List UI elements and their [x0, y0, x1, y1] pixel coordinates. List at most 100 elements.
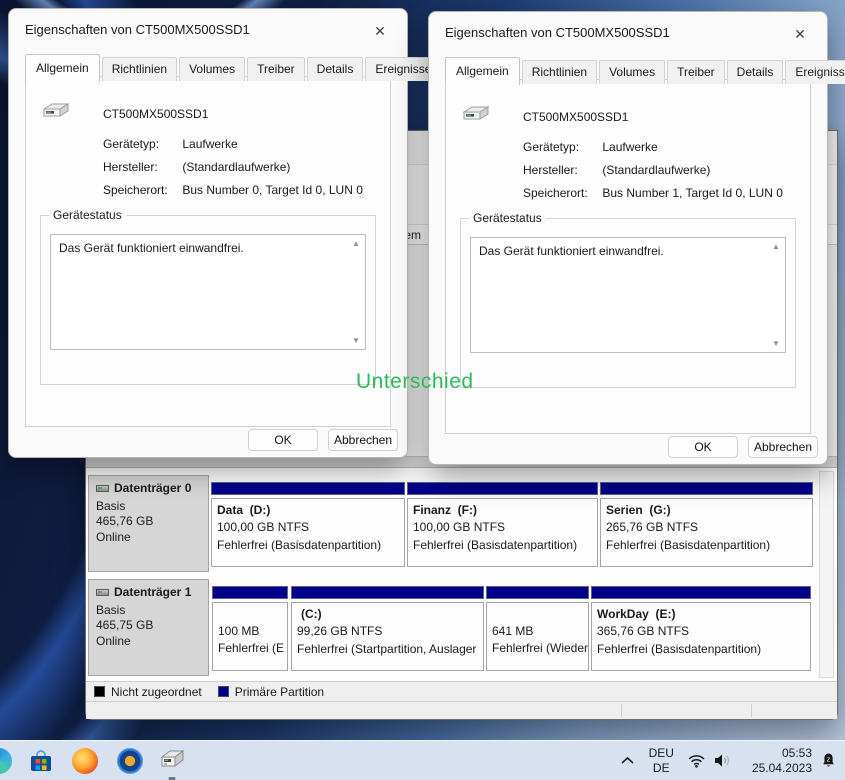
close-icon[interactable]: ✕: [785, 21, 815, 47]
clock-date: 25.04.2023: [751, 760, 812, 775]
disk-name: Datenträger 0: [114, 481, 192, 495]
legend-label: Primäre Partition: [234, 684, 325, 699]
firefox-icon[interactable]: [72, 748, 98, 774]
tab-allgemein[interactable]: Allgemein: [445, 57, 520, 85]
disk-row-1: Datenträger 1 Basis 465,75 GB Online 100…: [86, 577, 815, 678]
volume-icon[interactable]: [713, 753, 732, 768]
unallocated-swatch: [94, 686, 105, 697]
close-icon[interactable]: ✕: [365, 18, 395, 44]
tab-ereignisse[interactable]: Ereignisse: [785, 60, 845, 84]
legend-bar: Nicht zugeordnet Primäre Partition: [86, 681, 837, 701]
device-name: CT500MX500SSD1: [103, 107, 209, 121]
legend-label: Nicht zugeordnet: [111, 684, 202, 699]
tab-richtlinien[interactable]: Richtlinien: [101, 57, 178, 81]
legend-primary-partition: Primäre Partition: [217, 684, 325, 699]
device-name: CT500MX500SSD1: [523, 110, 629, 124]
clock[interactable]: 05:53 25.04.2023: [752, 746, 812, 776]
properties-dialog-right: Eigenschaften von CT500MX500SSD1 ✕ Allge…: [428, 11, 845, 465]
cancel-button[interactable]: Abbrechen: [328, 429, 398, 451]
tray-overflow-chevron-icon[interactable]: [620, 756, 635, 765]
disk-type: Basis: [96, 602, 126, 617]
ok-button[interactable]: OK: [668, 436, 738, 458]
field-hersteller: Hersteller: (Standardlaufwerke): [523, 163, 711, 177]
disk-1-label[interactable]: Datenträger 1 Basis 465,75 GB Online: [88, 579, 209, 676]
legend-unallocated: Nicht zugeordnet: [94, 685, 202, 699]
partition-finanz-f[interactable]: Finanz (F:) 100,00 GB NTFS Fehlerfrei (B…: [407, 482, 598, 567]
tab-richtlinien[interactable]: Richtlinien: [521, 60, 598, 84]
tab-treiber[interactable]: Treiber: [667, 60, 725, 84]
difference-annotation: Unterschied: [356, 370, 474, 393]
partition-c[interactable]: (C:) 99,26 GB NTFS Fehlerfrei (Startpart…: [291, 586, 484, 671]
tab-strip: Allgemein Richtlinien Volumes Treiber De…: [445, 57, 845, 85]
partition-color-bar: [486, 586, 589, 599]
tab-treiber[interactable]: Treiber: [247, 57, 305, 81]
dialog-title: Eigenschaften von CT500MX500SSD1: [445, 25, 670, 40]
partition-color-bar: [212, 586, 288, 599]
disk-management-app-icon[interactable]: [159, 748, 185, 780]
groupbox-title: Gerätestatus: [49, 208, 126, 222]
dialog-title: Eigenschaften von CT500MX500SSD1: [25, 22, 250, 37]
field-hersteller: Hersteller: (Standardlaufwerke): [103, 160, 291, 174]
device-status-groupbox: Gerätestatus Das Gerät funktioniert einw…: [40, 208, 376, 385]
drive-device-icon: [460, 104, 490, 127]
cancel-button[interactable]: Abbrechen: [748, 436, 818, 458]
tab-volumes[interactable]: Volumes: [599, 60, 666, 84]
scroll-up-icon[interactable]: ▲: [350, 239, 362, 248]
disk-type: Basis: [96, 498, 126, 513]
tab-page-allgemein: CT500MX500SSD1 Gerätetyp: Laufwerke Hers…: [445, 79, 811, 434]
compass-app-icon[interactable]: [117, 748, 143, 774]
disk-0-label[interactable]: Datenträger 0 Basis 465,76 GB Online: [88, 475, 209, 572]
disk-size: 465,76 GB: [96, 514, 154, 529]
ok-button[interactable]: OK: [248, 429, 318, 451]
scroll-down-icon[interactable]: ▼: [770, 339, 782, 348]
disk-icon: [96, 485, 109, 493]
system-tray: DEU DE 05:53 25.04.2023 z: [620, 741, 837, 780]
field-geraetetyp: Gerätetyp: Laufwerke: [523, 140, 658, 154]
disk-status: Online: [96, 633, 131, 648]
edge-icon[interactable]: [0, 748, 12, 774]
device-status-textbox[interactable]: Das Gerät funktioniert einwandfrei. ▲ ▼: [470, 237, 786, 353]
partition-color-bar: [600, 482, 813, 495]
disk-status: Online: [96, 529, 131, 544]
tab-allgemein[interactable]: Allgemein: [25, 54, 100, 82]
tab-volumes[interactable]: Volumes: [179, 57, 246, 81]
taskbar: DEU DE 05:53 25.04.2023 z: [0, 740, 845, 780]
partition-color-bar: [407, 482, 598, 495]
graphical-view: Datenträger 0 Basis 465,76 GB Online Dat…: [86, 468, 837, 681]
partition-system-reserved[interactable]: 100 MB Fehlerfrei (E: [212, 586, 288, 671]
svg-text:z: z: [827, 757, 831, 764]
groupbox-title: Gerätestatus: [469, 211, 546, 225]
clock-time: 05:53: [781, 745, 812, 760]
vertical-scrollbar[interactable]: [819, 471, 834, 678]
tab-page-allgemein: CT500MX500SSD1 Gerätetyp: Laufwerke Hers…: [25, 76, 391, 427]
disk-name: Datenträger 1: [114, 585, 192, 599]
device-status-text: Das Gerät funktioniert einwandfrei.: [59, 241, 244, 255]
tab-strip: Allgemein Richtlinien Volumes Treiber De…: [25, 54, 443, 82]
primary-partition-swatch: [217, 686, 229, 697]
disk-icon: [96, 589, 109, 597]
disk-row-0: Datenträger 0 Basis 465,76 GB Online Dat…: [86, 473, 815, 574]
field-geraetetyp: Gerätetyp: Laufwerke: [103, 137, 238, 151]
device-status-textbox[interactable]: Das Gerät funktioniert einwandfrei. ▲ ▼: [50, 234, 366, 350]
field-speicherort: Speicherort: Bus Number 1, Target Id 0, …: [523, 186, 783, 200]
partition-color-bar: [291, 586, 484, 599]
tab-details[interactable]: Details: [726, 60, 784, 84]
partition-color-bar: [591, 586, 811, 599]
status-bar: [86, 701, 837, 719]
device-status-groupbox: Gerätestatus Das Gerät funktioniert einw…: [460, 211, 796, 388]
scroll-up-icon[interactable]: ▲: [770, 242, 782, 251]
scroll-down-icon[interactable]: ▼: [350, 336, 362, 345]
language-indicator[interactable]: DEU DE: [649, 746, 674, 775]
partition-data-d[interactable]: Data (D:) 100,00 GB NTFS Fehlerfrei (Bas…: [211, 482, 405, 567]
tab-details[interactable]: Details: [306, 57, 364, 81]
notification-bell-icon[interactable]: z: [820, 752, 837, 769]
wifi-icon[interactable]: [687, 753, 706, 768]
partition-workday-e[interactable]: WorkDay (E:) 365,76 GB NTFS Fehlerfrei (…: [591, 586, 811, 671]
disk-size: 465,75 GB: [96, 618, 154, 633]
partition-recovery[interactable]: 641 MB Fehlerfrei (Wieder: [486, 586, 589, 671]
field-speicherort: Speicherort: Bus Number 0, Target Id 0, …: [103, 183, 363, 197]
microsoft-store-icon[interactable]: [28, 748, 54, 774]
drive-device-icon: [40, 101, 70, 124]
partition-serien-g[interactable]: Serien (G:) 265,76 GB NTFS Fehlerfrei (B…: [600, 482, 813, 567]
device-status-text: Das Gerät funktioniert einwandfrei.: [479, 244, 664, 258]
